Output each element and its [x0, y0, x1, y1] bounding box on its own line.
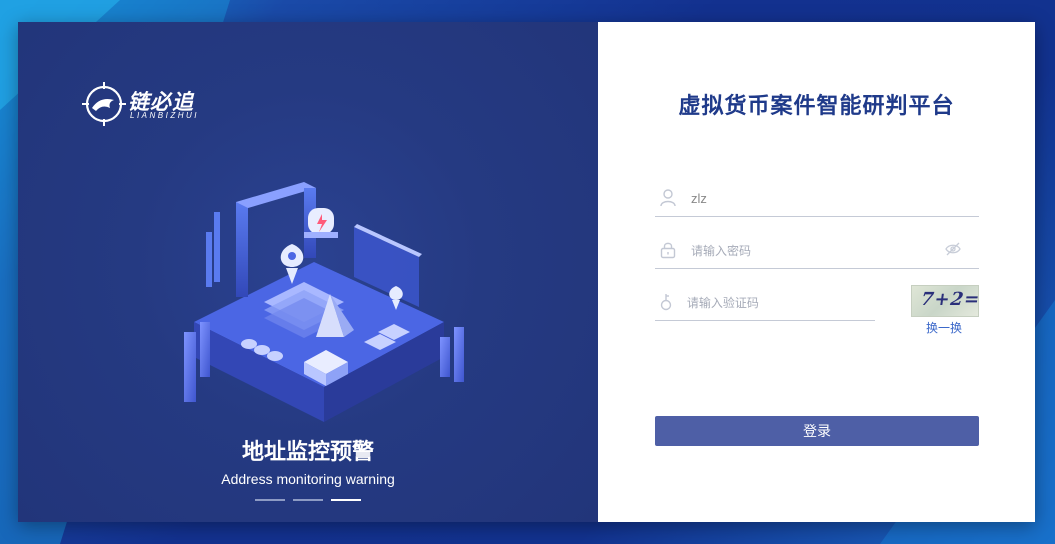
captcha-input[interactable]: [684, 293, 875, 311]
watermark-text: 网安杂谈: [914, 485, 1002, 509]
platform-title: 虚拟货币案件智能研判平台: [678, 94, 955, 119]
user-icon: [657, 187, 679, 209]
captcha-field: [655, 284, 875, 321]
address-monitoring-illustration: [184, 182, 464, 422]
slide-title: 地址监控预警: [241, 440, 374, 465]
login-card: 链必追 LIANBIZHUI 地址监控预警 Address monitoring…: [18, 22, 1035, 522]
captcha-text: 7+2=?: [919, 289, 979, 310]
eye-off-icon[interactable]: [945, 241, 961, 260]
carousel-dot-2[interactable]: [293, 499, 323, 501]
username-field: [655, 180, 979, 217]
login-panel: 虚拟货币案件智能研判平台 zlz 请输入验证码 7+2=? 换一换 登录: [598, 22, 1035, 522]
lock-icon: [657, 239, 679, 261]
watermark: 网安杂谈: [868, 481, 1002, 511]
promo-panel: 链必追 LIANBIZHUI 地址监控预警 Address monitoring…: [18, 22, 598, 522]
carousel-dot-3[interactable]: [331, 499, 361, 501]
username-input[interactable]: [689, 189, 923, 207]
slide-subtitle: Address monitoring warning: [221, 471, 395, 487]
captcha-image[interactable]: 7+2=?: [911, 285, 979, 317]
wechat-icon: [869, 482, 905, 510]
carousel-dot-1[interactable]: [255, 499, 285, 501]
captcha-refresh-link[interactable]: 换一换: [911, 319, 977, 336]
password-input[interactable]: [689, 241, 923, 259]
password-field: [655, 232, 979, 269]
login-button[interactable]: 登录: [655, 416, 979, 446]
brand-subtitle: LIANBIZHUI: [130, 111, 200, 120]
carousel-indicators: [255, 499, 361, 501]
key-icon: [657, 291, 675, 313]
